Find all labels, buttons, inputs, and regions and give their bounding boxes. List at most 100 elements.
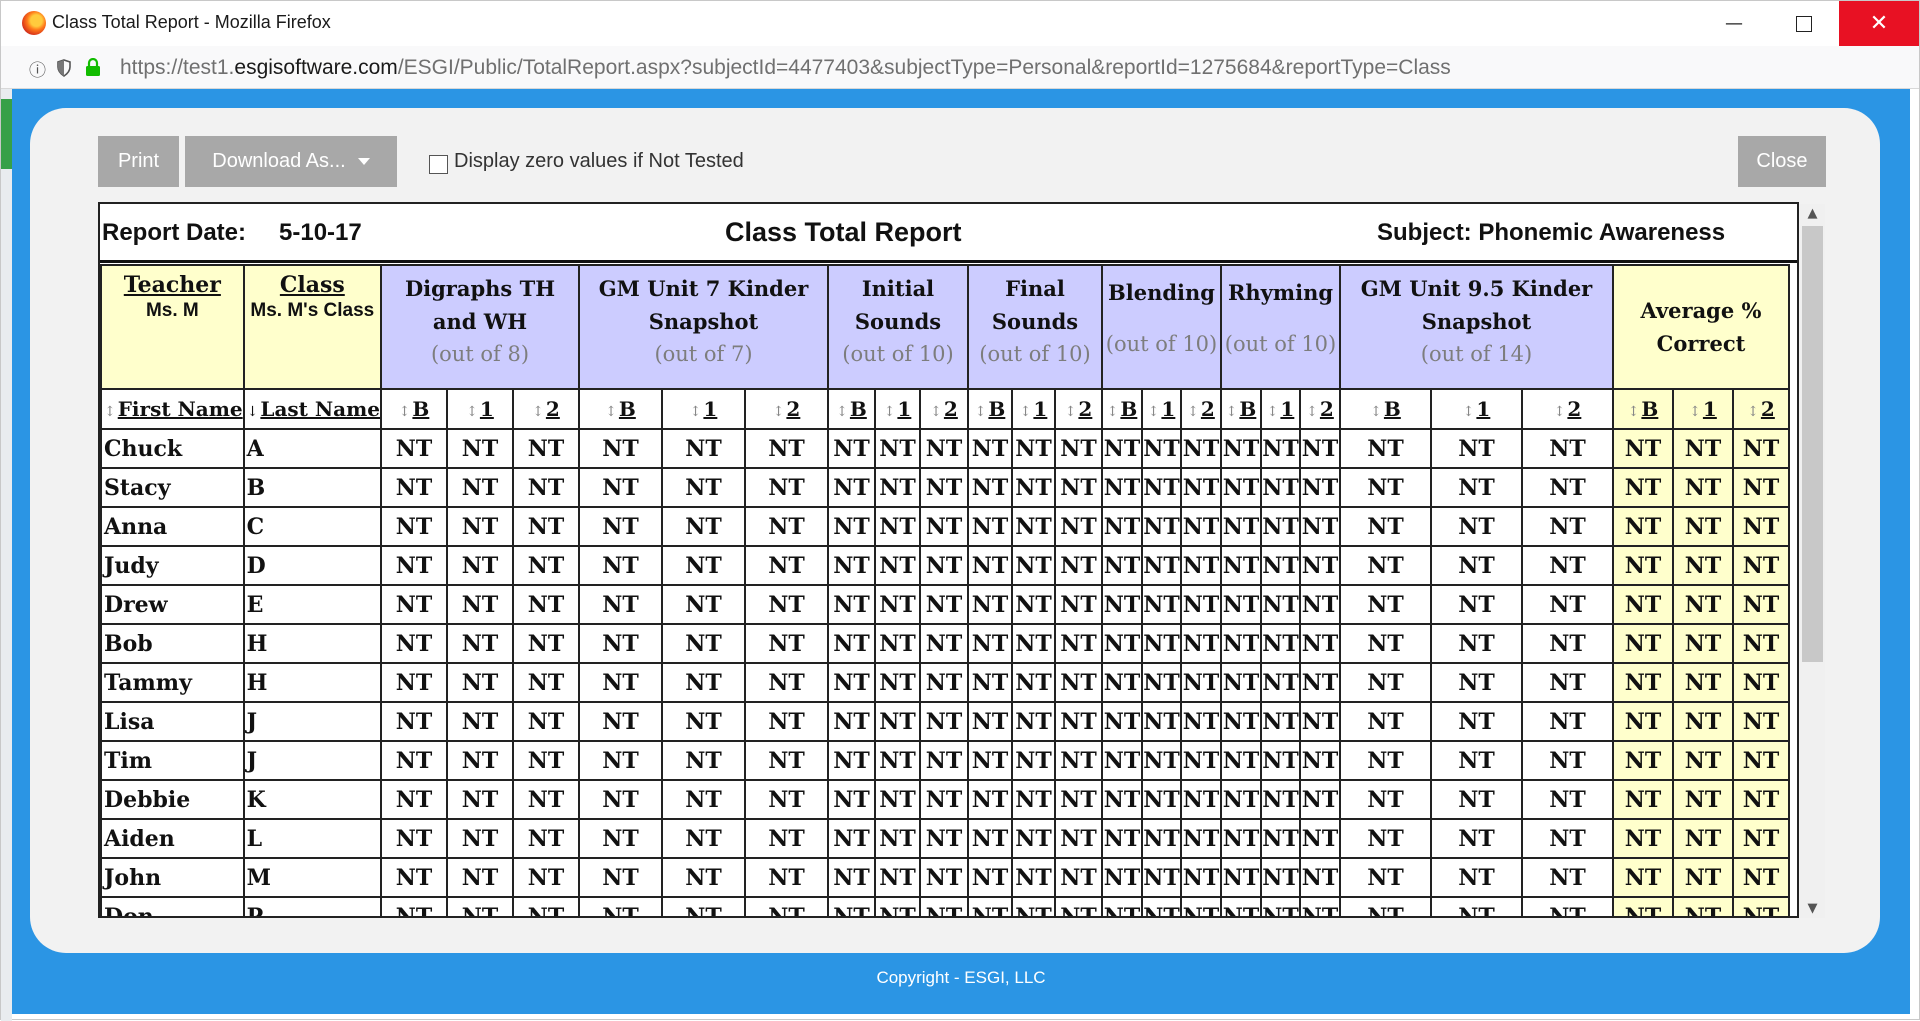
sort-updown-icon: ↕ [1627,404,1640,420]
test-header-gm-unit-7: GM Unit 7 Kinder Snapshot (out of 7) [578,264,829,390]
table-row: Lisa J NT NT NT NT NT NT NT NT NT NT NT NT NT NT NT NT NT N… [100,701,1790,742]
score-cell: NT [578,584,663,625]
student-rows: Chuck A NT NT NT NT NT NT NT NT NT NT NT NT NT NT NT NT NT… [100,428,1790,916]
sort-column-header[interactable]: ↕ B [1339,388,1432,430]
scrollbar-thumb[interactable] [1802,226,1823,662]
download-as-button[interactable]: Download As... [185,136,397,187]
score-cell: NT [661,506,746,547]
sort-column-header[interactable]: ↕ B [827,388,876,430]
score-cell: NT [1220,467,1262,508]
sort-column-header[interactable]: ↕ 1 [661,388,746,430]
sort-column-header[interactable]: ↕ 2 [512,388,580,430]
print-button[interactable]: Print [98,136,179,187]
shield-icon[interactable] [57,59,71,77]
sort-column-header[interactable]: ↕ 1 [1672,388,1734,430]
score-cell: NT [512,779,580,820]
close-button[interactable]: Close [1738,136,1826,187]
sort-column-header[interactable]: ↕ 1 [1141,388,1182,430]
score-cell: NT [1011,779,1056,820]
score-cell: NT [1011,701,1056,742]
student-last-name: P [242,896,383,916]
sort-column-header[interactable]: ↕ 1 [1011,388,1056,430]
sort-updown-icon: ↕ [104,404,116,420]
score-cell: NT [919,662,969,703]
test-name: Final Sounds [991,276,1079,334]
download-label: Download As... [212,150,346,172]
sort-column-header[interactable]: ↕ 1 [446,388,514,430]
minimize-button[interactable]: — [1699,1,1769,46]
score-cell: NT [1521,701,1614,742]
title-bar: Class Total Report - Mozilla Firefox — ✕ [1,1,1919,46]
sort-column-header[interactable]: ↕ B [578,388,663,430]
score-cell: NT [1732,779,1790,820]
score-cell: NT [874,701,921,742]
sort-updown-icon: ↕ [1187,404,1199,420]
sort-column-header[interactable]: ↕ 2 [1732,388,1790,430]
close-window-button[interactable]: ✕ [1839,1,1919,46]
table-row: Tim J NT NT NT NT NT NT NT NT NT NT NT NT NT NT NT NT NT NT… [100,740,1790,781]
score-cell: NT [1521,857,1614,898]
score-cell: NT [1732,545,1790,586]
sort-column-header[interactable]: ↕ 1 [1260,388,1301,430]
score-cell: NT [1101,584,1143,625]
report-panel: Report Date: 5-10-17 Class Total Report … [98,202,1799,918]
average-title: Average % Correct [1640,298,1762,356]
score-cell: NT [1612,857,1674,898]
score-cell: NT [1011,584,1056,625]
score-cell: NT [446,467,514,508]
score-cell: NT [919,545,969,586]
student-last-name: L [242,818,383,859]
address-bar[interactable]: ⓘ https://test1.esgisoftware.com/ESGI/Pu… [1,46,1919,89]
sub-column-label: B [988,397,1006,421]
sort-updown-icon: ↕ [836,404,848,420]
scroll-up-icon[interactable]: ▲ [1800,206,1825,221]
sort-last-name[interactable]: ↓ Last Name [242,388,383,430]
score-cell: NT [578,896,663,916]
sort-column-header[interactable]: ↕ B [1220,388,1262,430]
sort-column-header[interactable]: ↕ B [380,388,448,430]
zero-values-label[interactable]: Display zero values if Not Tested [454,150,744,173]
scroll-down-icon[interactable]: ▼ [1800,901,1825,916]
report-scrollbar[interactable]: ▲ ▼ [1800,204,1825,918]
score-cell: NT [512,740,580,781]
sort-column-header[interactable]: ↕ B [1101,388,1143,430]
test-out-of: (out of 10) [1105,332,1218,356]
maximize-button[interactable] [1769,1,1839,46]
info-icon[interactable]: ⓘ [29,56,46,81]
score-cell: NT [512,662,580,703]
score-cell: NT [1101,428,1143,469]
score-cell: NT [1260,467,1301,508]
score-cell: NT [1011,740,1056,781]
score-cell: NT [1521,623,1614,664]
sort-column-header[interactable]: ↕ 1 [874,388,921,430]
score-cell: NT [1260,662,1301,703]
score-cell: NT [380,779,448,820]
sort-column-header[interactable]: ↕ 2 [744,388,829,430]
score-cell: NT [1672,779,1734,820]
score-cell: NT [1011,818,1056,859]
score-cell: NT [827,662,876,703]
sort-column-header[interactable]: ↕ 2 [1180,388,1222,430]
score-cell: NT [446,428,514,469]
sort-column-header[interactable]: ↕ 2 [1521,388,1614,430]
sort-column-header[interactable]: ↕ 2 [1299,388,1341,430]
sort-updown-icon: ↕ [1225,404,1238,420]
sort-column-header[interactable]: ↕ 1 [1430,388,1523,430]
zero-values-checkbox[interactable] [429,155,448,174]
score-cell: NT [512,818,580,859]
sort-column-header[interactable]: ↕ 2 [1054,388,1103,430]
student-first-name: Tim [100,740,245,781]
background-accent [1,99,12,169]
score-cell: NT [446,584,514,625]
sort-first-name[interactable]: ↕ First Name [100,388,245,430]
sort-column-header[interactable]: ↕ B [967,388,1013,430]
score-cell: NT [1339,506,1432,547]
url-text[interactable]: https://test1.esgisoftware.com/ESGI/Publ… [120,56,1451,80]
sort-column-header[interactable]: ↕ B [1612,388,1674,430]
sort-down-icon: ↓ [246,404,259,420]
score-cell: NT [512,467,580,508]
test-header-initial-sounds: Initial Sounds (out of 10) [827,264,969,390]
minimize-icon: — [1725,13,1743,34]
lock-icon[interactable] [85,58,101,77]
sort-column-header[interactable]: ↕ 2 [919,388,969,430]
